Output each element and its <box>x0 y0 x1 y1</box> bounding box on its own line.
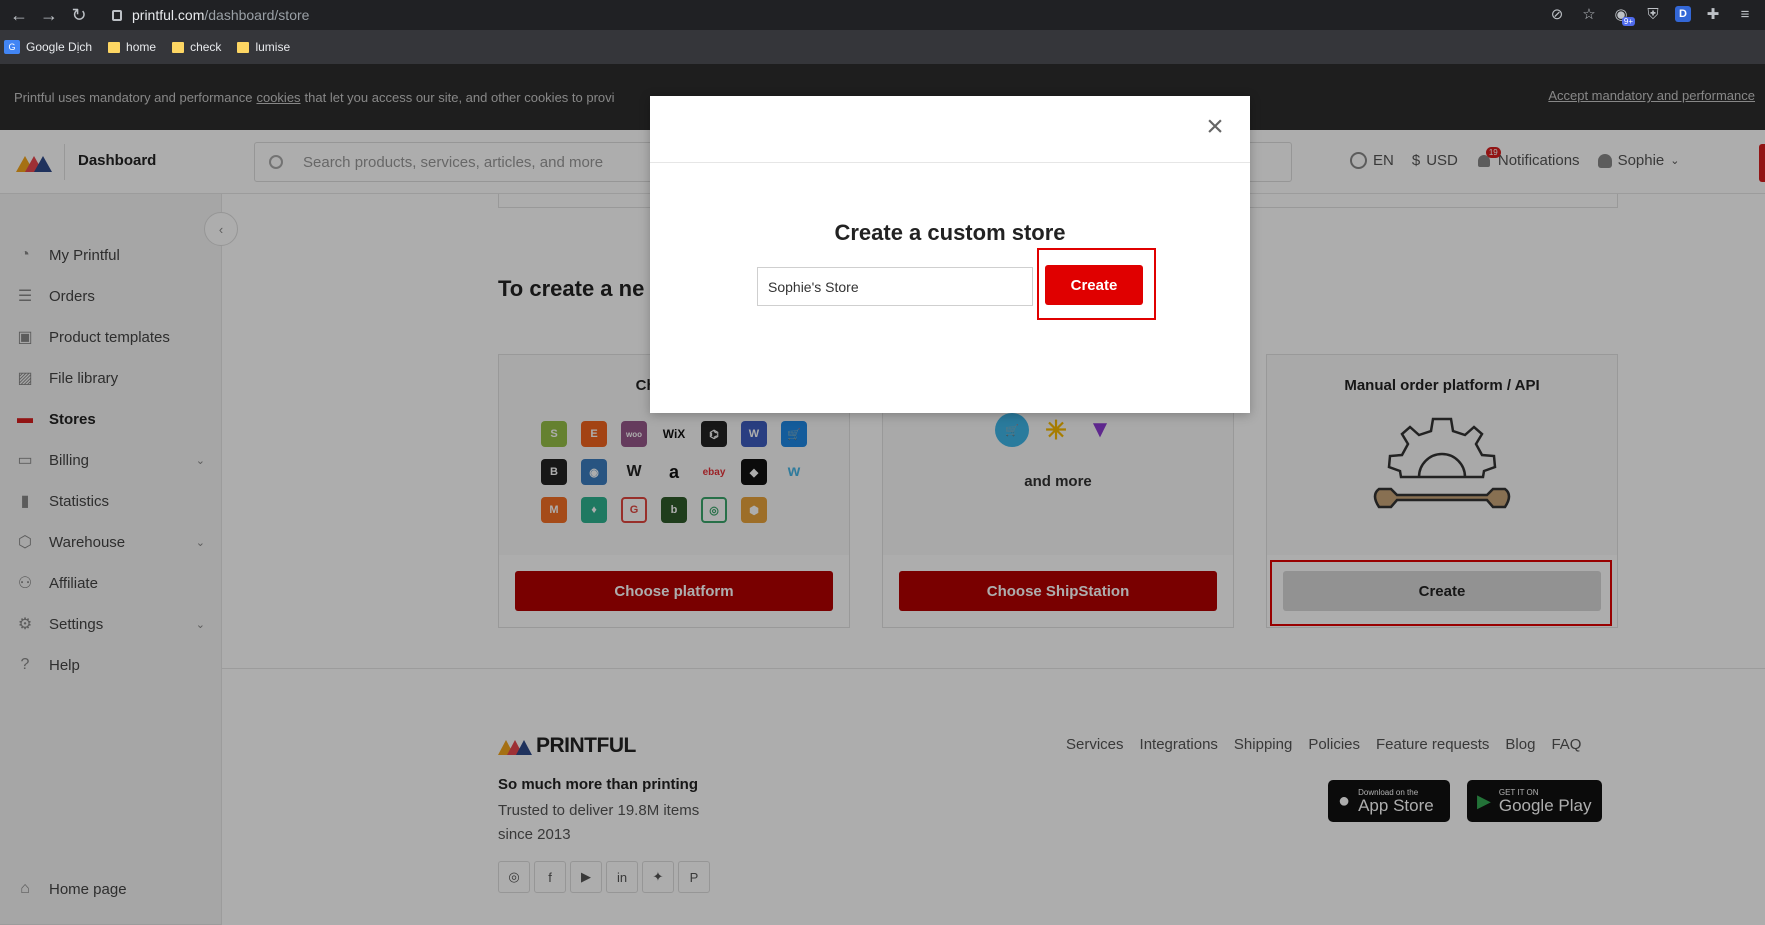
store-name-input[interactable] <box>757 267 1033 306</box>
create-custom-store-modal: × Create a custom store Create <box>650 96 1250 413</box>
modal-title: Create a custom store <box>834 220 1066 245</box>
eye-off-icon[interactable]: ⊘ <box>1547 4 1567 24</box>
lock-icon <box>112 9 122 21</box>
modal-header: × <box>650 96 1250 163</box>
bookmark-lumise[interactable]: lumise <box>237 40 290 54</box>
bookmark-home[interactable]: home <box>108 40 156 54</box>
forward-icon[interactable]: → <box>38 4 60 26</box>
extension-badge-icon[interactable]: ◉ 9+ <box>1611 4 1635 26</box>
browser-toolbar: ← → ↻ printful.com/dashboard/store ⊘ ☆ ◉… <box>0 0 1765 30</box>
star-icon[interactable]: ☆ <box>1579 4 1599 24</box>
extension-badge: 9+ <box>1621 17 1635 26</box>
bookmark-check[interactable]: check <box>172 40 221 54</box>
google-translate-icon: G <box>4 40 20 54</box>
reload-icon[interactable]: ↻ <box>68 4 90 26</box>
puzzle-icon[interactable]: ✚ <box>1703 4 1723 24</box>
highlight-modal-create-button <box>1037 248 1156 320</box>
extension-icons: ⊘ ☆ ◉ 9+ ⛨ D ✚ ≡ <box>1547 4 1755 26</box>
folder-icon <box>172 41 185 53</box>
reading-list-icon[interactable]: ≡ <box>1735 4 1755 24</box>
url-text: printful.com/dashboard/store <box>132 7 310 23</box>
bookmarks-bar: G Google Dịch home check lumise <box>0 30 1765 64</box>
d-extension-icon[interactable]: D <box>1675 6 1691 22</box>
back-icon[interactable]: ← <box>8 4 30 26</box>
close-icon[interactable]: × <box>1202 112 1228 142</box>
folder-icon <box>108 41 121 53</box>
bookmark-google-dich[interactable]: G Google Dịch <box>4 40 92 54</box>
address-bar[interactable]: printful.com/dashboard/store <box>100 3 1640 27</box>
shield-icon[interactable]: ⛨ <box>1643 4 1663 24</box>
folder-icon <box>237 41 250 53</box>
